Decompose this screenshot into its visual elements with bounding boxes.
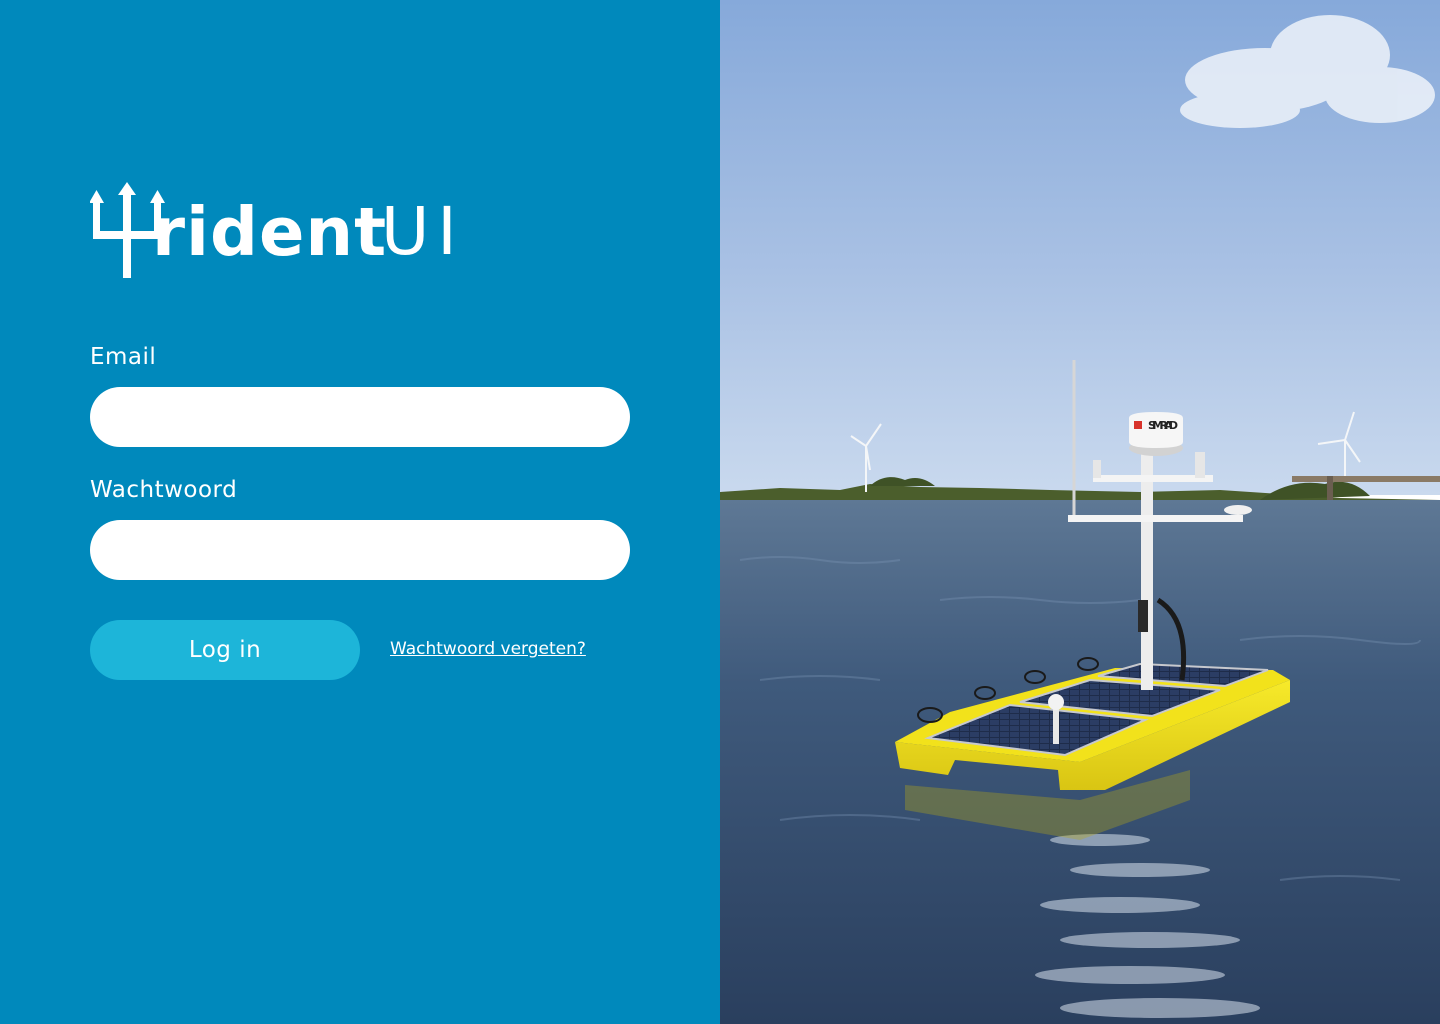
- brand-name: rident: [152, 193, 388, 271]
- forgot-password-link[interactable]: Wachtwoord vergeten?: [390, 639, 586, 659]
- brand-suffix: UI: [381, 193, 465, 270]
- password-label: Wachtwoord: [90, 477, 238, 503]
- brand-logo: rident UI: [90, 182, 470, 282]
- email-label: Email: [90, 344, 157, 370]
- login-panel: rident UI Email Wachtwoord Log in Wachtw…: [0, 0, 720, 1024]
- radome-brand: SIMRAD: [1148, 419, 1178, 432]
- password-input[interactable]: [90, 520, 630, 580]
- hero-photo: SIMRAD: [720, 0, 1440, 1024]
- login-page: rident UI Email Wachtwoord Log in Wachtw…: [0, 0, 1440, 1024]
- vessel-photo: SIMRAD: [720, 0, 1440, 1024]
- login-button[interactable]: Log in: [90, 620, 360, 680]
- email-input[interactable]: [90, 387, 630, 447]
